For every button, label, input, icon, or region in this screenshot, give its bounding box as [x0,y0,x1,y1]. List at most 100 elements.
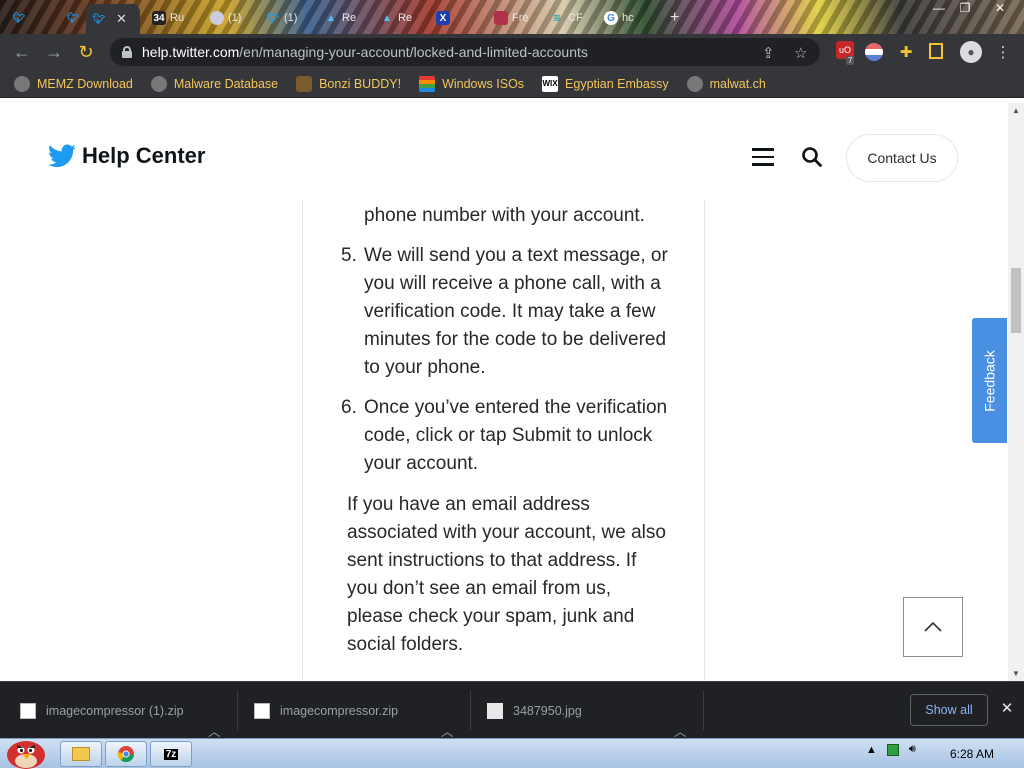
list-item: 6. Once you’ve entered the verification … [341,394,681,478]
close-tab-icon[interactable]: ✕ [116,11,127,27]
chevron-up-icon [924,621,942,632]
tab-label: Re [342,12,357,24]
chrome-logo-icon [117,746,134,763]
forward-icon[interactable]: → [38,36,70,68]
browser-tab[interactable]: G hc [598,6,640,30]
step-text: We will send you a text message, or you … [364,245,668,378]
browser-tab[interactable]: 🐦︎ (1) [260,6,303,30]
browser-tab[interactable]: X [430,6,456,30]
browser-tab[interactable]: 🐦︎ [6,6,32,30]
volume-icon[interactable]: 🔊︎ [909,743,916,756]
brand-title: Help Center [82,143,206,168]
maximize-icon[interactable]: ❐ [950,0,980,16]
browser-tab[interactable]: Fre [488,6,535,30]
download-item[interactable]: imagecompressor.zip [254,682,398,739]
tab-label: CF [568,12,583,24]
taskbar-clock[interactable]: 6:28 AM [950,747,994,761]
explorer-icon[interactable] [60,741,102,767]
list-item: 5. We will send you a text message, or y… [341,242,681,382]
email-paragraph: If you have an email address associated … [347,494,666,655]
show-hidden-icons-icon[interactable]: ▲ [866,744,877,756]
contact-us-button[interactable]: Contact Us [846,134,958,182]
lock-icon [122,46,132,58]
bookmark-label: Malware Database [173,76,279,91]
drive-icon: ▲ [326,12,336,24]
angry-bird-start-icon[interactable] [3,733,49,769]
zip-icon [20,702,36,719]
bookmark-label: malwat.ch [709,76,766,91]
bookmark-windows-isos[interactable]: Windows ISOs [419,75,524,92]
battery-icon[interactable] [886,743,899,756]
feedback-tab[interactable]: Feedback [972,318,1007,443]
show-all-button[interactable]: Show all [910,694,988,726]
extensions-puzzle-icon[interactable]: ✚ [897,43,915,61]
bookmark-label: Bonzi BUDDY! [319,76,402,91]
chrome-icon[interactable] [105,741,147,767]
tab-strip: 🐦︎ 🐦︎ 🐦︎ ✕ 34 Ru (1) 🐦︎ (1) ▲ Re ▲ Re X … [0,0,1024,34]
tab-label: Re [398,12,413,24]
page-scrollbar[interactable]: ▲ ▼ [1008,103,1024,681]
bookmark-star-icon[interactable]: ☆ [794,44,807,62]
scroll-down-arrow-icon[interactable]: ▼ [1012,669,1020,678]
globe-icon [686,75,703,92]
profile-flag-icon[interactable] [865,43,883,61]
bookmarks-bar: MEMZ Download Malware Database Bonzi BUD… [0,70,1024,98]
zip-icon [254,702,270,719]
share-icon[interactable]: ⇪ [762,44,775,62]
new-tab-button[interactable]: + [664,6,685,30]
hamburger-menu-icon[interactable] [752,148,774,166]
bookmark-label: MEMZ Download [37,76,133,91]
browser-tab[interactable]: ▲ Re [374,6,418,30]
browser-tab[interactable]: 34 Ru [146,6,190,30]
app-icon [494,11,508,25]
sidebar-icon[interactable] [929,43,943,59]
reload-icon[interactable]: ↻ [70,36,102,68]
close-window-icon[interactable]: ✕ [985,0,1015,16]
divider [470,690,471,730]
address-bar[interactable]: help.twitter.com/en/managing-your-accoun… [110,38,820,66]
download-item[interactable]: imagecompressor (1).zip [20,682,184,739]
browser-tab[interactable]: 🐦︎ [60,6,86,30]
downloads-shelf: imagecompressor (1).zip ︿ imagecompresso… [0,681,1024,739]
globe-icon [150,75,167,92]
browser-tab-active[interactable]: 🐦︎ ✕ [86,4,140,34]
url-host: help.twitter.com [142,44,240,60]
folder-icon [72,747,90,761]
image-file-icon [487,702,503,719]
profile-avatar-icon[interactable]: ● [960,41,982,63]
back-icon[interactable]: ← [6,36,38,68]
bookmark-egyptian-embassy[interactable]: WIX Egyptian Embassy [542,75,669,92]
globe-icon [14,75,30,92]
site-header: Help Center Contact Us [0,103,1008,199]
close-shelf-icon[interactable]: ✕ [998,699,1016,717]
twitter-icon: 🐦︎ [92,13,106,25]
menu-kebab-icon[interactable]: ⋮ [994,43,1012,61]
bookmark-malwatch[interactable]: malwat.ch [686,75,766,92]
feedback-label: Feedback [981,349,998,412]
browser-tab[interactable]: (1) [204,6,247,30]
web-page: Help Center Contact Us phone number with… [0,103,1008,681]
tab-label: hc [622,12,634,24]
browser-tab[interactable]: ▲ Re [318,6,362,30]
scrollbar-thumb[interactable] [1011,268,1021,333]
browser-tab[interactable]: ≋ CF [544,6,589,30]
counter-icon: 34 [152,11,166,25]
wix-icon: WIX [542,75,559,92]
7zip-icon[interactable]: 7z [150,741,192,767]
scroll-up-arrow-icon[interactable]: ▲ [1012,106,1020,115]
download-item[interactable]: 3487950.jpg [487,682,582,739]
windows-taskbar: 7z ▲ 🔊︎ 6:28 AM [0,738,1024,769]
twitter-icon: 🐦︎ [66,12,80,24]
browser-toolbar: ← → ↻ help.twitter.com/en/managing-your-… [0,34,1024,70]
bookmark-memz[interactable]: MEMZ Download [14,75,133,92]
url-path: /en/managing-your-account/locked-and-lim… [239,44,588,60]
search-icon[interactable] [801,146,823,168]
bookmark-malware-database[interactable]: Malware Database [150,75,279,92]
scroll-to-top-button[interactable] [903,597,963,657]
bookmark-bonzi-buddy[interactable]: Bonzi BUDDY! [296,75,402,92]
google-icon: G [604,11,618,25]
extension-badge: 7 [846,56,855,65]
tab-label: (1) [284,12,298,24]
drive-icon: ▲ [382,12,392,24]
brand-link[interactable]: Help Center [48,143,205,169]
